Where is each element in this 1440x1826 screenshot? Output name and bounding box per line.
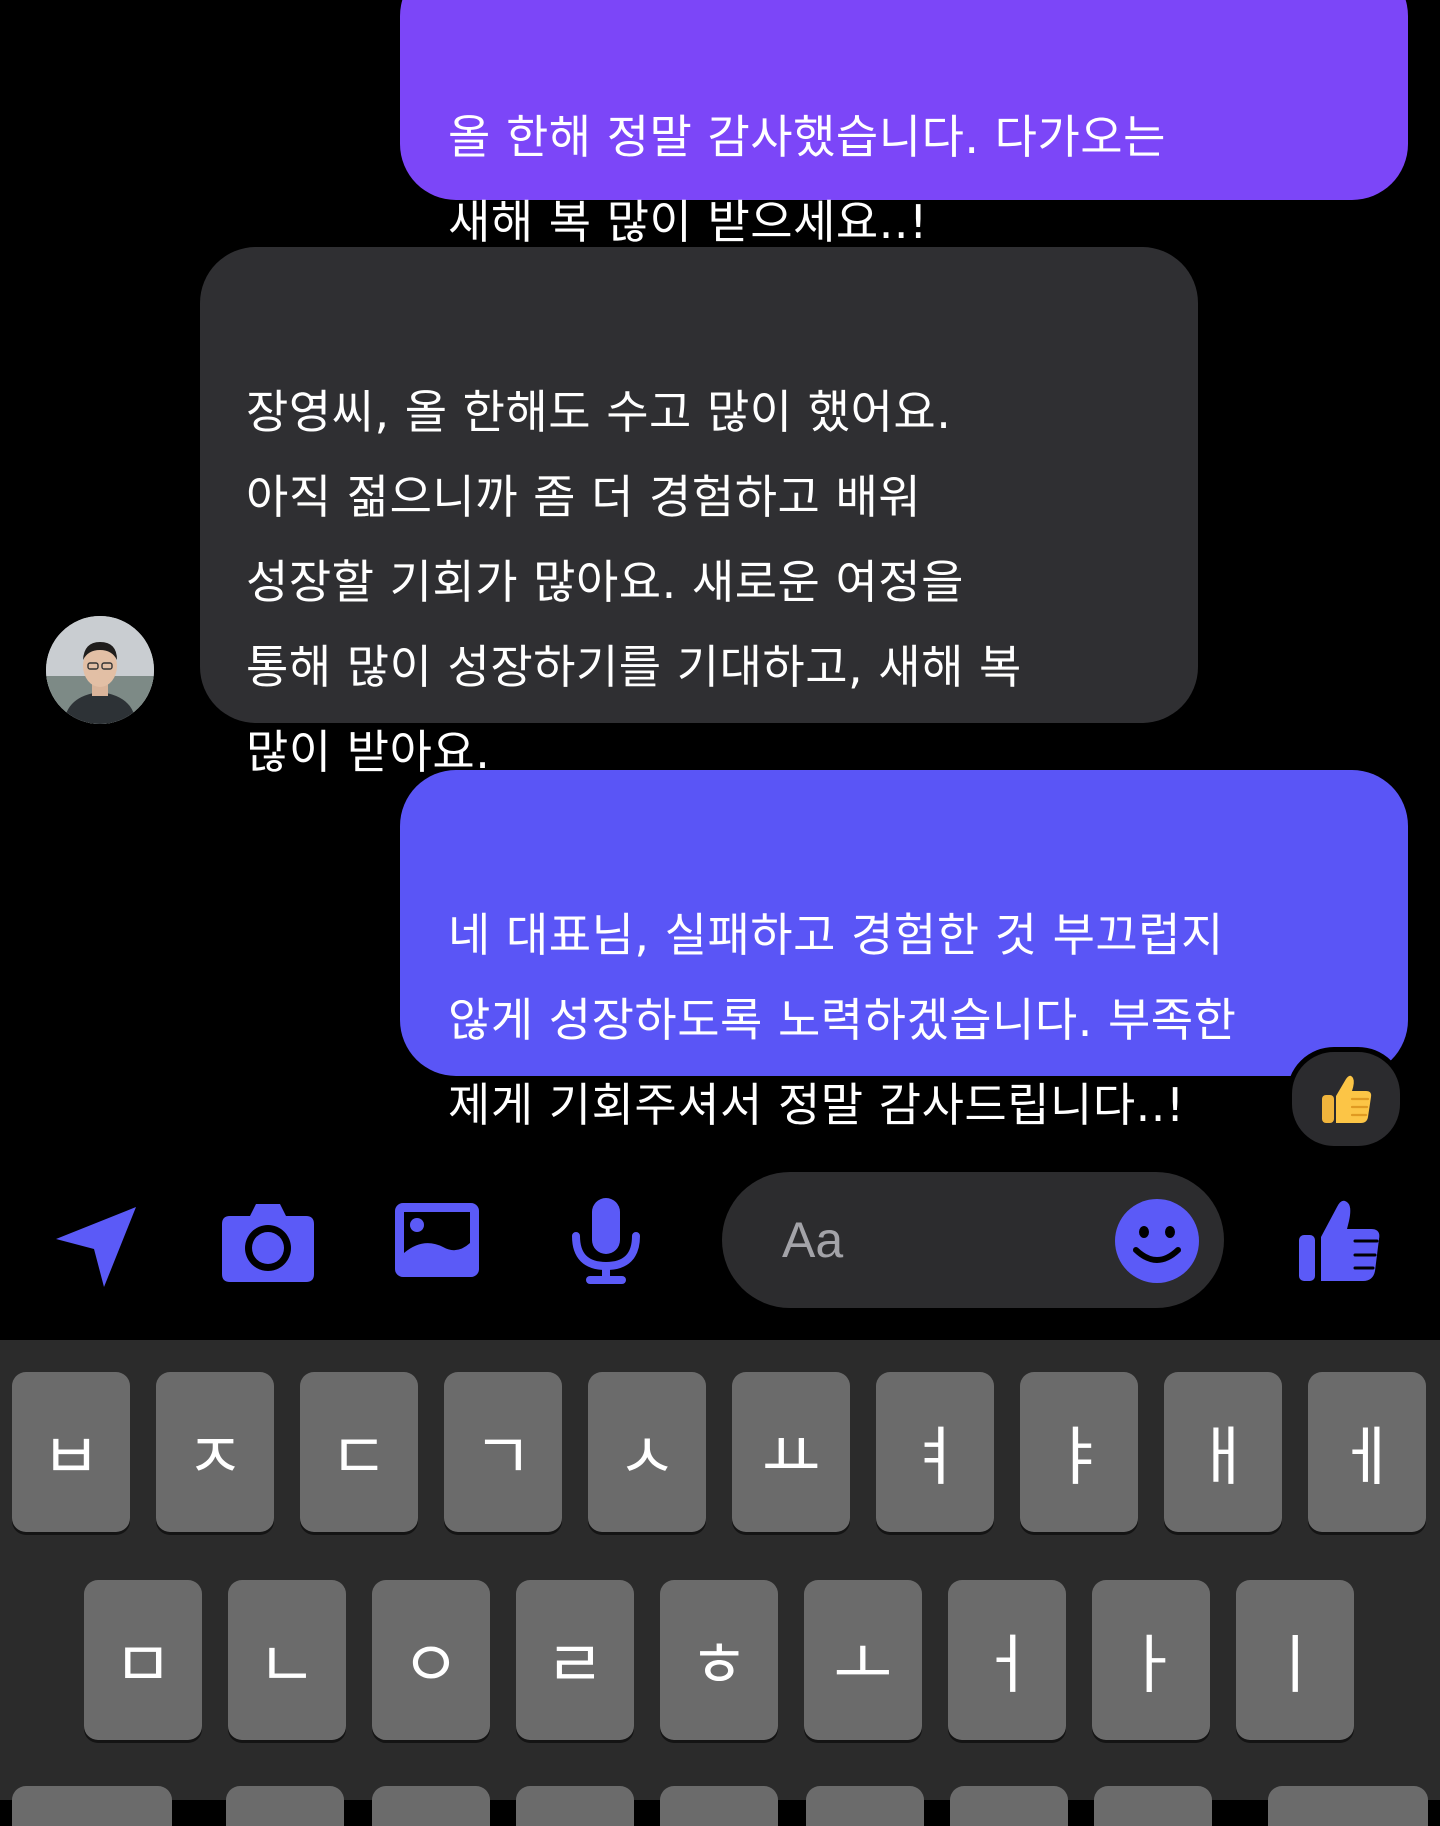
sent-message-bubble[interactable]: 올 한해 정말 감사했습니다. 다가오는 새해 복 많이 받으세요..! xyxy=(400,0,1408,249)
send-location-button[interactable] xyxy=(46,1200,146,1290)
key-row3-7[interactable] xyxy=(1094,1786,1212,1826)
emoji-button[interactable] xyxy=(1114,1198,1200,1284)
gallery-icon xyxy=(395,1203,479,1277)
message-input-container[interactable] xyxy=(722,1172,1224,1308)
key-row1-0[interactable]: ㅂ xyxy=(12,1372,130,1532)
key-row1-3[interactable]: ㄱ xyxy=(444,1372,562,1532)
message-text: 장영씨, 올 한해도 수고 많이 했어요. 아직 젊으니까 좀 더 경험하고 배… xyxy=(246,385,1022,779)
reaction-badge[interactable] xyxy=(1287,1047,1405,1151)
key-row2-8[interactable]: ㅣ xyxy=(1236,1580,1354,1740)
key-row1-8[interactable]: ㅐ xyxy=(1164,1372,1282,1532)
message-text: 네 대표님, 실패하고 경험한 것 부끄럽지 않게 성장하도록 노력하겠습니다.… xyxy=(448,908,1237,1132)
message-text: 올 한해 정말 감사했습니다. 다가오는 새해 복 많이 받으세요..! xyxy=(448,110,1166,249)
send-location-icon xyxy=(56,1207,136,1287)
key-row3-4[interactable] xyxy=(660,1786,778,1826)
key-row1-9[interactable]: ㅔ xyxy=(1308,1372,1426,1532)
avatar[interactable] xyxy=(46,616,154,724)
key-row2-6[interactable]: ㅓ xyxy=(948,1580,1066,1740)
gallery-button[interactable] xyxy=(392,1200,482,1280)
key-row2-7[interactable]: ㅏ xyxy=(1092,1580,1210,1740)
key-row2-1[interactable]: ㄴ xyxy=(228,1580,346,1740)
thumbs-up-reaction-icon xyxy=(1322,1075,1372,1123)
key-shift[interactable] xyxy=(12,1786,172,1826)
key-row3-3[interactable] xyxy=(516,1786,634,1826)
key-row3-2[interactable] xyxy=(372,1786,490,1826)
key-row3-5[interactable] xyxy=(806,1786,924,1826)
key-row2-5[interactable]: ㅗ xyxy=(804,1580,922,1740)
key-row2-0[interactable]: ㅁ xyxy=(84,1580,202,1740)
key-row1-7[interactable]: ㅑ xyxy=(1020,1372,1138,1532)
key-row3-1[interactable] xyxy=(226,1786,344,1826)
like-button[interactable] xyxy=(1292,1192,1388,1288)
microphone-button[interactable] xyxy=(568,1196,644,1286)
key-row1-6[interactable]: ㅕ xyxy=(876,1372,994,1532)
emoji-icon xyxy=(1115,1199,1199,1283)
camera-icon xyxy=(222,1204,314,1282)
key-row3-6[interactable] xyxy=(950,1786,1068,1826)
message-input[interactable] xyxy=(782,1210,1082,1270)
camera-button[interactable] xyxy=(218,1196,318,1286)
thumbs-up-icon xyxy=(1299,1200,1380,1281)
key-row1-4[interactable]: ㅅ xyxy=(588,1372,706,1532)
key-row2-2[interactable]: ㅇ xyxy=(372,1580,490,1740)
key-backspace[interactable] xyxy=(1268,1786,1428,1826)
received-message-bubble[interactable]: 장영씨, 올 한해도 수고 많이 했어요. 아직 젊으니까 좀 더 경험하고 배… xyxy=(200,247,1198,779)
key-row2-4[interactable]: ㅎ xyxy=(660,1580,778,1740)
microphone-icon xyxy=(572,1198,640,1284)
avatar-photo xyxy=(46,616,154,724)
key-row1-2[interactable]: ㄷ xyxy=(300,1372,418,1532)
key-row2-3[interactable]: ㄹ xyxy=(516,1580,634,1740)
key-row1-5[interactable]: ㅛ xyxy=(732,1372,850,1532)
sent-message-bubble[interactable]: 네 대표님, 실패하고 경험한 것 부끄럽지 않게 성장하도록 노력하겠습니다.… xyxy=(400,770,1408,1132)
key-row1-1[interactable]: ㅈ xyxy=(156,1372,274,1532)
